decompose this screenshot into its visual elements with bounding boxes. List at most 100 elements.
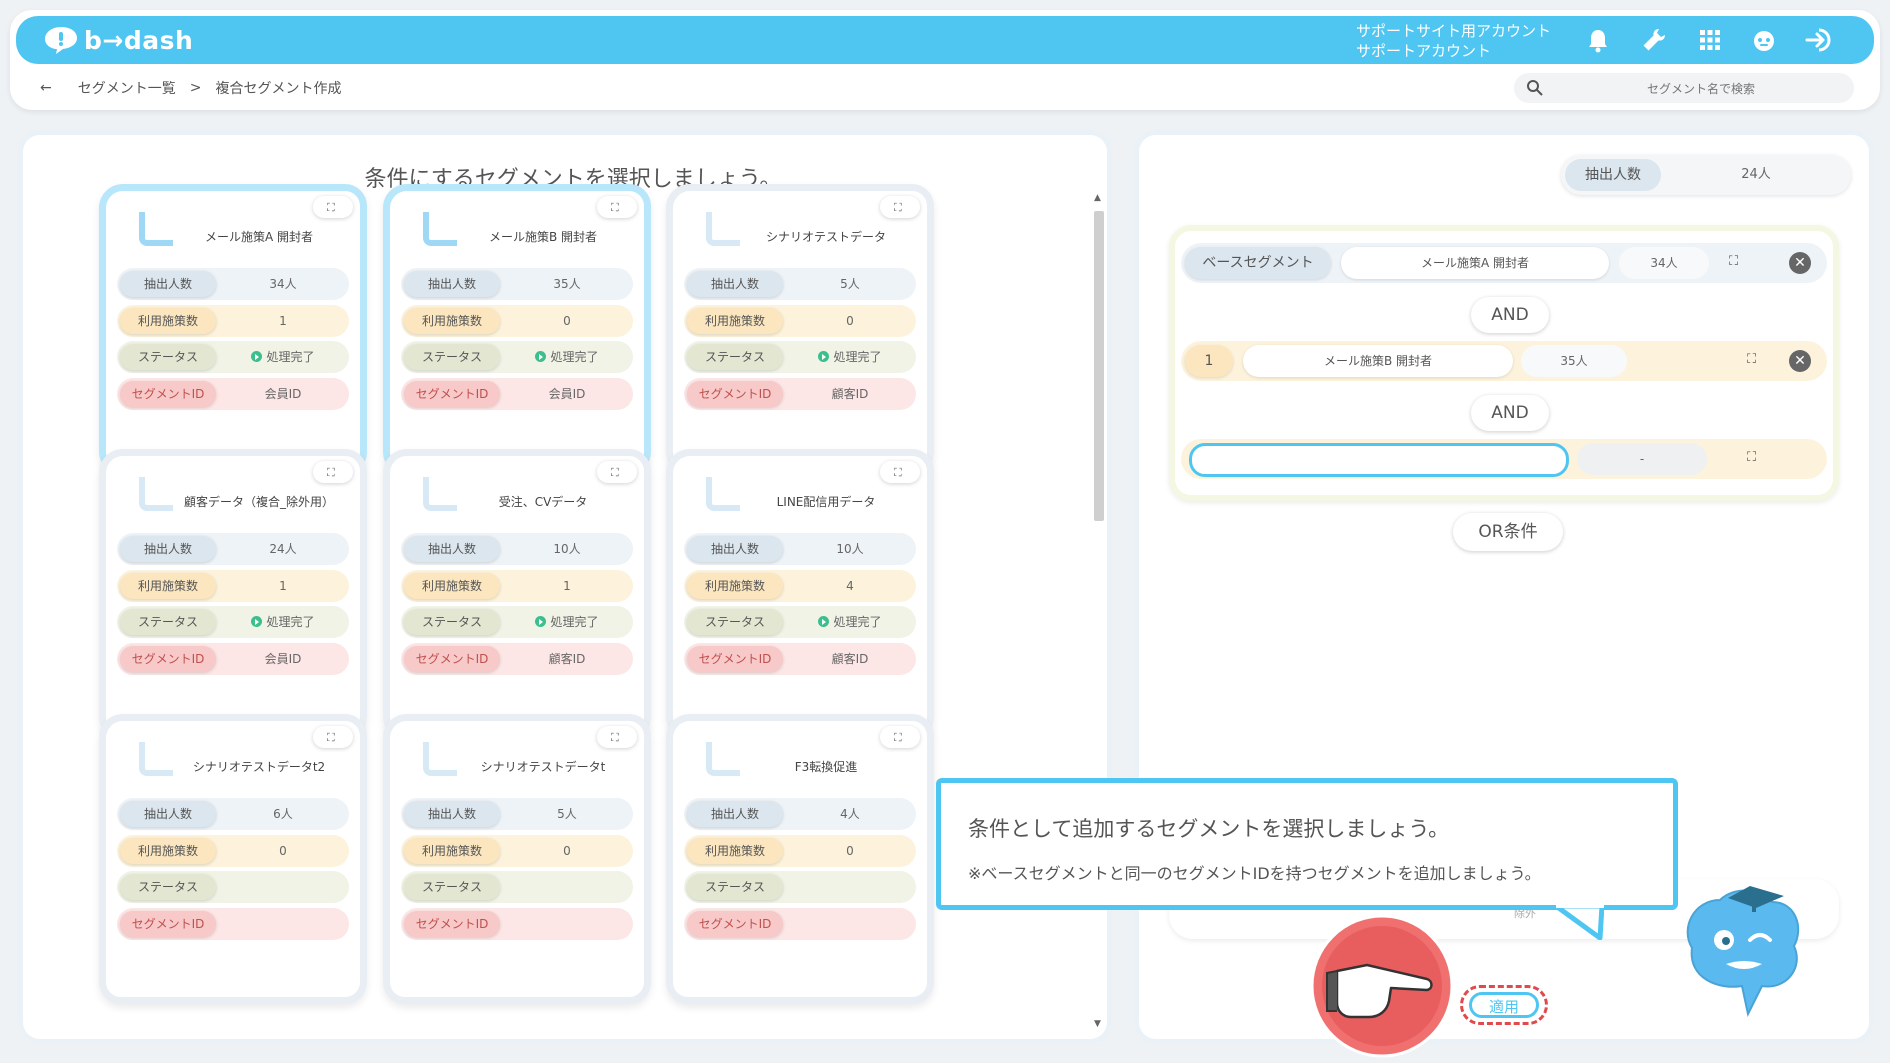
card-expand-button[interactable]: ⛶	[313, 461, 353, 483]
card-used-value: 0	[846, 313, 854, 328]
expand-icon: ⛶	[611, 466, 619, 479]
card-count-value: 4人	[840, 807, 860, 821]
scroll-down-icon[interactable]: ▼	[1094, 1019, 1101, 1029]
card-row-label: セグメントID	[120, 380, 216, 407]
card-row-label: 利用施策数	[120, 307, 216, 334]
card-row-segid: セグメントID 顧客ID	[684, 642, 916, 675]
card-count-value: 35人	[553, 277, 581, 291]
card-expand-button[interactable]: ⛶	[597, 461, 637, 483]
segment-card[interactable]: ⛶ メール施策A 開封者 抽出人数 34人 利用施策数 1 ステータス 処理完了 セグメントID…	[99, 184, 367, 474]
card-row-label: 利用施策数	[120, 837, 216, 864]
account-info[interactable]: サポートサイト用アカウント サポートアカウント	[1356, 21, 1551, 61]
card-expand-button[interactable]: ⛶	[597, 726, 637, 748]
card-expand-button[interactable]: ⛶	[597, 196, 637, 218]
card-row-status: ステータス 処理完了	[117, 341, 349, 373]
account-line-2: サポートアカウント	[1356, 42, 1492, 60]
expand-icon: ⛶	[894, 201, 902, 214]
segment-card[interactable]: ⛶ LINE配信用データ 抽出人数 10人 利用施策数 4 ステータス 処理完了 セグメントID…	[666, 449, 934, 739]
grid-apps-icon[interactable]	[1696, 26, 1724, 54]
tooltip-line-1: 条件として追加するセグメントを選択しましょう。	[968, 817, 1450, 841]
expand-icon[interactable]: ⛶	[1747, 450, 1756, 465]
and-operator-1[interactable]: AND	[1471, 297, 1549, 333]
card-used-value: 1	[279, 578, 287, 593]
card-row-label: 利用施策数	[404, 837, 500, 864]
condition-segment-name: メール施策B 開封者	[1243, 345, 1513, 377]
card-row-label: ステータス	[687, 874, 783, 900]
wrench-icon[interactable]	[1640, 26, 1668, 54]
logout-icon[interactable]	[1804, 26, 1836, 54]
card-expand-button[interactable]: ⛶	[313, 726, 353, 748]
status-ok-icon	[251, 616, 263, 627]
account-line-1: サポートサイト用アカウント	[1356, 22, 1552, 40]
card-row-label: 抽出人数	[120, 271, 216, 297]
card-title: シナリオテストデータt	[480, 760, 606, 774]
segment-card[interactable]: ⛶ シナリオテストデータt 抽出人数 5人 利用施策数 0 ステータス セグメントID	[383, 714, 651, 1004]
card-row-value: 10人	[501, 533, 633, 565]
segment-card[interactable]: ⛶ 顧客データ（複合_除外用） 抽出人数 24人 利用施策数 1 ステータス 処理完了 セグメン…	[99, 449, 367, 739]
card-segid-value: 会員ID	[264, 651, 302, 666]
condition-segment-count: 35人	[1521, 345, 1627, 377]
card-row-segid: セグメントID 会員ID	[401, 377, 633, 410]
expand-icon[interactable]: ⛶	[1729, 254, 1738, 269]
card-segid-value: 顧客ID	[831, 651, 869, 666]
segment-card[interactable]: ⛶ 受注、CVデータ 抽出人数 10人 利用施策数 1 ステータス 処理完了 セグメントID 顧客…	[383, 449, 651, 739]
card-row-value: 6人	[217, 798, 349, 830]
remove-icon[interactable]: ✕	[1789, 350, 1811, 372]
status-ok-icon	[818, 616, 830, 627]
card-row-used: 利用施策数 4	[684, 569, 916, 602]
support-robot-icon[interactable]	[1750, 26, 1778, 54]
segment-card[interactable]: ⛶ F3転換促進 抽出人数 4人 利用施策数 0 ステータス セグメントID	[666, 714, 934, 1004]
bell-icon[interactable]	[1584, 26, 1612, 54]
segment-card[interactable]: ⛶ シナリオテストデータ 抽出人数 5人 利用施策数 0 ステータス 処理完了 セグメントID 顧…	[666, 184, 934, 474]
scroll-up-icon[interactable]: ▲	[1094, 193, 1101, 203]
segment-card[interactable]: ⛶ メール施策B 開封者 抽出人数 35人 利用施策数 0 ステータス 処理完了 セグメントID…	[383, 184, 651, 474]
card-row-label: ステータス	[120, 609, 216, 635]
search-box[interactable]	[1514, 73, 1854, 105]
search-icon	[1527, 80, 1543, 96]
card-row-used: 利用施策数 0	[401, 834, 633, 867]
search-input[interactable]	[1554, 73, 1848, 105]
card-row-label: 利用施策数	[404, 307, 500, 334]
breadcrumb-current: 複合セグメント作成	[215, 81, 342, 97]
card-row-value: 処理完了	[501, 341, 633, 373]
card-expand-button[interactable]: ⛶	[880, 726, 920, 748]
card-row-label: 利用施策数	[687, 572, 783, 599]
card-row-used: 利用施策数 1	[117, 304, 349, 337]
card-row-label: セグメントID	[120, 910, 216, 937]
card-row-count: 抽出人数 34人	[117, 268, 349, 300]
card-used-value: 1	[279, 313, 287, 328]
expand-icon: ⛶	[327, 466, 335, 479]
or-condition-button[interactable]: OR条件	[1453, 513, 1563, 551]
remove-icon[interactable]: ✕	[1789, 252, 1811, 274]
card-row-count: 抽出人数 10人	[684, 533, 916, 565]
card-title: メール施策B 開封者	[488, 230, 598, 244]
card-used-value: 0	[563, 843, 571, 858]
expand-icon: ⛶	[611, 201, 619, 214]
tooltip-tail	[1556, 904, 1604, 940]
card-row-status: ステータス	[684, 871, 916, 903]
segment-card[interactable]: ⛶ シナリオテストデータt2 抽出人数 6人 利用施策数 0 ステータス セグメントID	[99, 714, 367, 1004]
card-expand-button[interactable]: ⛶	[880, 196, 920, 218]
card-expand-button[interactable]: ⛶	[313, 196, 353, 218]
card-row-value: 処理完了	[501, 606, 633, 638]
card-row-value: 処理完了	[217, 341, 349, 373]
card-expand-button[interactable]: ⛶	[880, 461, 920, 483]
scrollbar-thumb[interactable]	[1094, 211, 1104, 521]
card-row-value: 5人	[784, 268, 916, 300]
card-title: 受注、CVデータ	[498, 495, 588, 509]
segment-drop-slot[interactable]	[1189, 443, 1569, 477]
expand-icon[interactable]: ⛶	[1747, 352, 1756, 367]
card-row-value: 1	[217, 570, 349, 602]
card-segid-value: 会員ID	[548, 386, 586, 401]
card-row-label: 利用施策数	[404, 572, 500, 599]
and-operator-2[interactable]: AND	[1471, 395, 1549, 431]
card-count-value: 6人	[273, 807, 293, 821]
condition-row-1: 1 メール施策B 開封者 35人 ⛶ ✕	[1181, 341, 1827, 381]
back-arrow-icon[interactable]: ←	[40, 80, 52, 96]
apply-button[interactable]: 適用	[1460, 985, 1548, 1025]
logo[interactable]: b→dash	[44, 24, 193, 56]
total-count: 抽出人数 24人	[1561, 155, 1851, 195]
breadcrumb-parent[interactable]: セグメント一覧	[78, 78, 176, 98]
card-row-segid: セグメントID 顧客ID	[684, 377, 916, 410]
top-bar: b→dash サポートサイト用アカウント サポートアカウント	[16, 16, 1874, 64]
